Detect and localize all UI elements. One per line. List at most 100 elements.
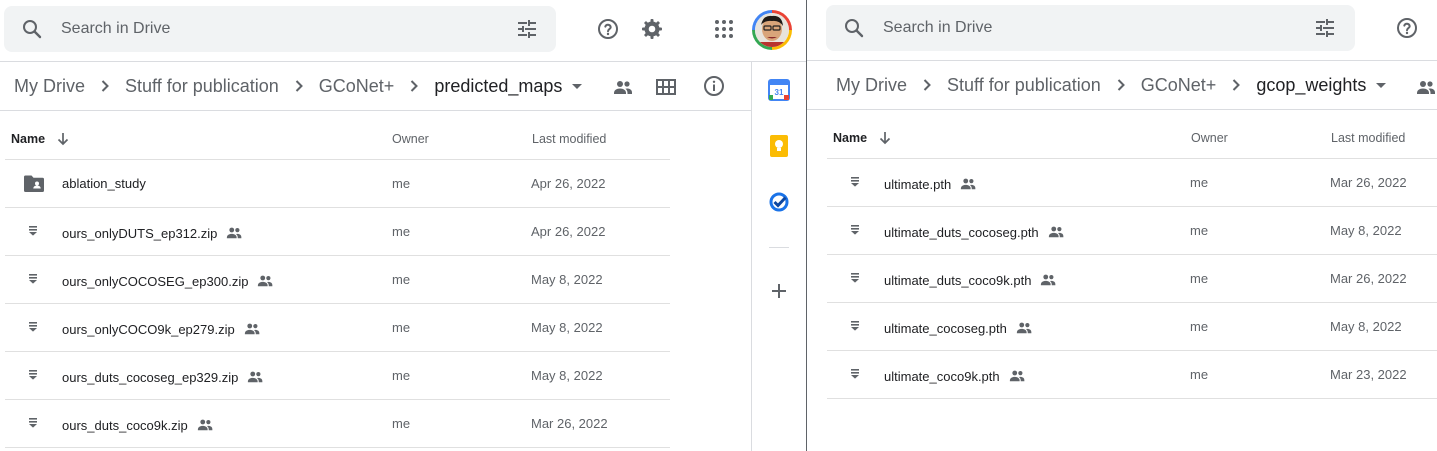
- apps-icon[interactable]: [712, 17, 736, 41]
- file-name[interactable]: ultimate_duts_cocoseg.pth: [884, 223, 1065, 241]
- search-bar[interactable]: Search in Drive: [4, 6, 556, 52]
- file-icon: [25, 319, 41, 335]
- tune-icon[interactable]: [1313, 16, 1337, 40]
- search-icon[interactable]: [20, 17, 44, 41]
- side-panel-divider: [769, 247, 789, 248]
- breadcrumb-my-drive[interactable]: My Drive: [14, 76, 85, 97]
- file-icon: [847, 270, 863, 286]
- search-bar[interactable]: Search in Drive: [826, 5, 1355, 51]
- drive-window-right: Search in Drive My Drive Stuff for publi…: [807, 0, 1437, 451]
- shared-icon: [959, 175, 977, 193]
- file-name[interactable]: ours_onlyCOCOSEG_ep300.zip: [62, 272, 274, 290]
- file-name-text: ultimate_coco9k.pth: [884, 368, 1000, 384]
- owner-cell: me: [392, 272, 411, 287]
- file-row[interactable]: ours_onlyCOCO9k_ep279.zip me May 8, 2022: [5, 304, 670, 352]
- last-modified-cell: May 8, 2022: [1330, 223, 1402, 238]
- row-divider: [5, 447, 670, 448]
- shared-icon: [225, 224, 243, 242]
- breadcrumb-stuff-for-publication[interactable]: Stuff for publication: [947, 75, 1101, 96]
- file-name-text: ultimate_duts_cocoseg.pth: [884, 224, 1039, 240]
- breadcrumb: My Drive Stuff for publication GCoNet+ g…: [836, 72, 1393, 98]
- file-name[interactable]: ultimate_coco9k.pth: [884, 367, 1026, 385]
- breadcrumb-my-drive[interactable]: My Drive: [836, 75, 907, 96]
- chevron-right-icon: [402, 74, 426, 98]
- column-header-last-modified[interactable]: Last modified: [532, 132, 606, 146]
- shared-icon[interactable]: [1414, 75, 1437, 99]
- last-modified-cell: Mar 26, 2022: [531, 416, 608, 431]
- file-name[interactable]: ultimate_cocoseg.pth: [884, 319, 1033, 337]
- column-header-owner: Owner: [1191, 131, 1228, 145]
- file-name-text: ours_onlyCOCO9k_ep279.zip: [62, 321, 235, 337]
- add-icon[interactable]: [768, 280, 790, 302]
- owner-cell: me: [1190, 271, 1209, 286]
- owner-cell: me: [392, 224, 411, 239]
- dropdown-icon[interactable]: [565, 74, 589, 98]
- tasks-icon[interactable]: [768, 191, 790, 213]
- file-row[interactable]: ultimate_coco9k.pth me Mar 23, 2022: [827, 351, 1437, 399]
- chevron-right-icon: [287, 74, 311, 98]
- dropdown-icon[interactable]: [1369, 73, 1393, 97]
- shared-icon: [256, 272, 274, 290]
- file-name-text: ultimate_duts_coco9k.pth: [884, 272, 1032, 288]
- file-icon: [847, 366, 863, 382]
- last-modified-cell: Mar 23, 2022: [1330, 367, 1407, 382]
- column-header-name[interactable]: Name: [833, 131, 867, 145]
- file-row[interactable]: ultimate_duts_cocoseg.pth me May 8, 2022: [827, 207, 1437, 255]
- info-icon[interactable]: [702, 74, 726, 98]
- help-icon[interactable]: [596, 17, 620, 41]
- file-icon: [25, 223, 41, 239]
- file-row[interactable]: ours_duts_cocoseg_ep329.zip me May 8, 2022: [5, 352, 670, 400]
- search-input[interactable]: Search in Drive: [883, 19, 992, 37]
- file-name[interactable]: ours_onlyCOCO9k_ep279.zip: [62, 320, 261, 338]
- file-row[interactable]: ours_onlyCOCOSEG_ep300.zip me May 8, 2022: [5, 256, 670, 304]
- chevron-right-icon: [1224, 73, 1248, 97]
- file-name[interactable]: ultimate_duts_coco9k.pth: [884, 271, 1057, 289]
- file-icon: [25, 415, 41, 431]
- grid-view-icon[interactable]: [654, 75, 678, 99]
- breadcrumb-gconet[interactable]: GCoNet+: [319, 76, 395, 97]
- settings-icon[interactable]: [640, 17, 664, 41]
- column-header-name[interactable]: Name: [11, 132, 45, 146]
- shared-folder-icon: [23, 174, 45, 194]
- owner-cell: me: [392, 176, 411, 191]
- avatar[interactable]: [752, 10, 792, 50]
- breadcrumb-current-folder[interactable]: gcop_weights: [1256, 75, 1366, 96]
- breadcrumb-current-folder[interactable]: predicted_maps: [434, 76, 562, 97]
- search-input[interactable]: Search in Drive: [61, 20, 170, 38]
- file-name-text: ours_duts_cocoseg_ep329.zip: [62, 369, 239, 385]
- last-modified-cell: May 8, 2022: [531, 320, 603, 335]
- folder-row[interactable]: ablation_study me Apr 26, 2022: [5, 160, 670, 208]
- file-row[interactable]: ultimate_duts_coco9k.pth me Mar 26, 2022: [827, 255, 1437, 303]
- keep-icon[interactable]: [768, 135, 790, 157]
- last-modified-cell: May 8, 2022: [1330, 319, 1402, 334]
- sort-arrow-icon[interactable]: [55, 131, 71, 147]
- chevron-right-icon: [93, 74, 117, 98]
- file-row[interactable]: ultimate_cocoseg.pth me May 8, 2022: [827, 303, 1437, 351]
- breadcrumb-gconet[interactable]: GCoNet+: [1141, 75, 1217, 96]
- file-row[interactable]: ultimate.pth me Mar 26, 2022: [827, 159, 1437, 207]
- file-icon: [25, 367, 41, 383]
- sort-arrow-icon[interactable]: [877, 130, 893, 146]
- file-name[interactable]: ours_duts_coco9k.zip: [62, 416, 214, 434]
- file-icon: [25, 271, 41, 287]
- last-modified-cell: Apr 26, 2022: [531, 224, 606, 239]
- column-header-last-modified[interactable]: Last modified: [1331, 131, 1405, 145]
- owner-cell: me: [392, 368, 411, 383]
- file-name-text: ultimate.pth: [884, 176, 952, 192]
- file-name[interactable]: ours_onlyDUTS_ep312.zip: [62, 224, 243, 242]
- search-icon[interactable]: [842, 16, 866, 40]
- owner-cell: me: [392, 416, 411, 431]
- breadcrumb-stuff-for-publication[interactable]: Stuff for publication: [125, 76, 279, 97]
- tune-icon[interactable]: [515, 17, 539, 41]
- shared-icon[interactable]: [611, 75, 635, 99]
- file-row[interactable]: ours_onlyDUTS_ep312.zip me Apr 26, 2022: [5, 208, 670, 256]
- last-modified-cell: Mar 26, 2022: [1330, 271, 1407, 286]
- chevron-right-icon: [1109, 73, 1133, 97]
- help-icon[interactable]: [1395, 16, 1419, 40]
- file-name[interactable]: ablation_study: [62, 176, 146, 191]
- file-row[interactable]: ours_duts_coco9k.zip me Mar 26, 2022: [5, 400, 670, 448]
- file-icon: [847, 318, 863, 334]
- calendar-icon[interactable]: 31: [768, 79, 790, 101]
- file-name[interactable]: ultimate.pth: [884, 175, 977, 193]
- file-name[interactable]: ours_duts_cocoseg_ep329.zip: [62, 368, 264, 386]
